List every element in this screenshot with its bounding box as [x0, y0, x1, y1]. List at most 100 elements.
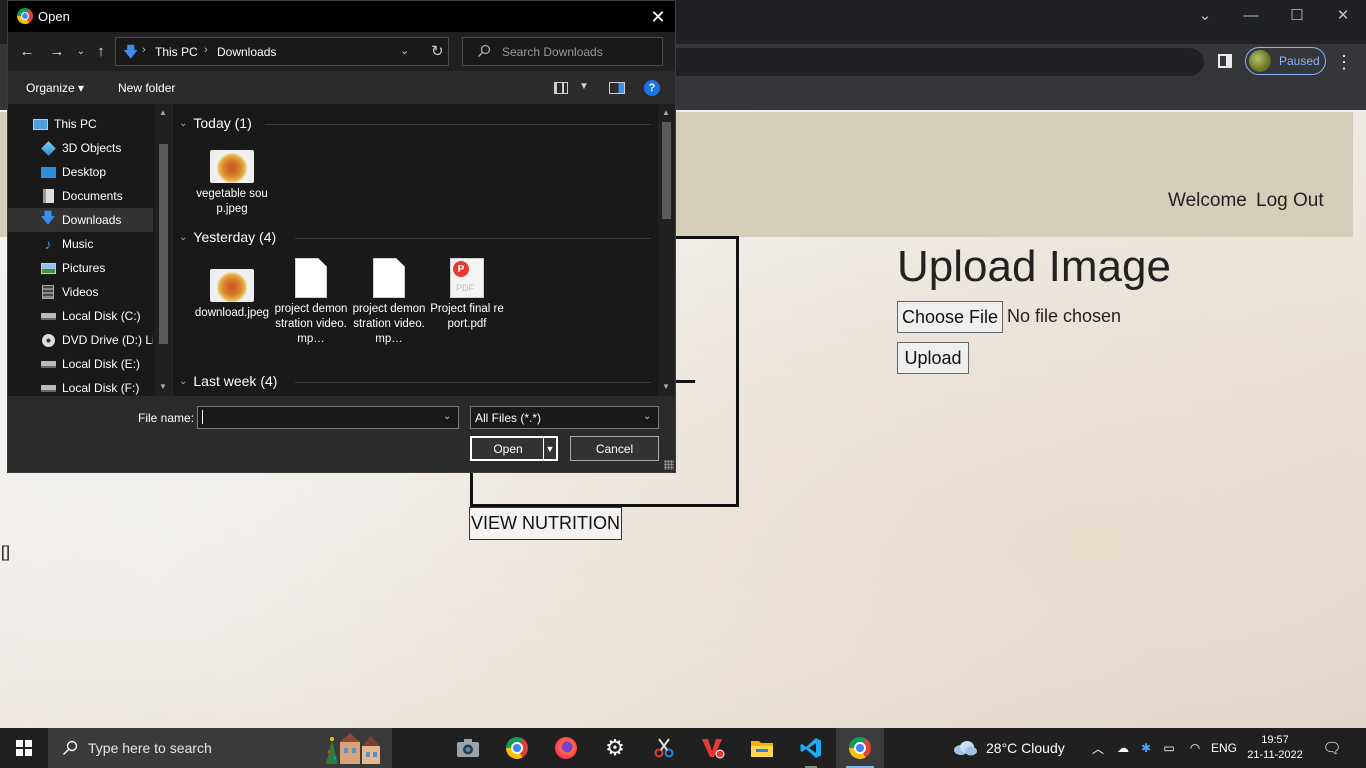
- scroll-up-arrow-icon[interactable]: ▲: [662, 108, 670, 117]
- firefox-app-icon[interactable]: [542, 728, 590, 768]
- resize-grip-icon[interactable]: [664, 460, 674, 470]
- file-item[interactable]: download.jpeg: [194, 269, 270, 321]
- side-panel-icon[interactable]: [1218, 54, 1232, 68]
- choose-file-button[interactable]: Choose File: [897, 301, 1003, 333]
- chevron-up-icon[interactable]: ︿: [1090, 740, 1106, 756]
- tree-item-videos[interactable]: Videos: [8, 280, 153, 304]
- tree-item-label: Music: [62, 237, 94, 251]
- camera-app-icon[interactable]: [444, 728, 492, 768]
- tree-item-documents[interactable]: Documents: [8, 184, 153, 208]
- breadcrumb-downloads[interactable]: Downloads: [217, 45, 276, 59]
- open-button[interactable]: Open ▼: [470, 436, 558, 461]
- desktop-icon: [40, 165, 56, 179]
- scroll-up-arrow-icon[interactable]: ▲: [159, 108, 167, 117]
- chevron-down-icon[interactable]: ⌄: [400, 44, 409, 57]
- close-window-button[interactable]: ✕: [1320, 0, 1366, 30]
- weather-widget[interactable]: 28°C Cloudy: [952, 728, 1065, 768]
- file-item[interactable]: project demonstration video.mp…: [351, 258, 427, 347]
- nav-logout-link[interactable]: Log Out: [1256, 190, 1324, 212]
- tree-item-pictures[interactable]: Pictures: [8, 256, 153, 280]
- tree-item-dvd-drive[interactable]: DVD Drive (D:) Lir: [8, 328, 153, 352]
- minimize-button[interactable]: —: [1228, 0, 1274, 30]
- caret-down-icon[interactable]: ▼: [579, 81, 589, 92]
- up-arrow-icon[interactable]: ↑: [90, 40, 112, 62]
- taskbar-clock[interactable]: 19:57 21-11-2022: [1240, 733, 1310, 763]
- tree-item-music[interactable]: ♪ Music: [8, 232, 153, 256]
- vscode-app-icon[interactable]: [787, 728, 835, 768]
- result-output: []: [1, 544, 10, 561]
- avatar: [1249, 50, 1271, 72]
- battery-icon[interactable]: ▭: [1160, 740, 1178, 756]
- tree-item-local-disk-f[interactable]: Local Disk (F:): [8, 376, 153, 396]
- caret-down-icon[interactable]: ▼: [543, 438, 556, 459]
- file-name-combobox[interactable]: ⌄: [197, 406, 459, 429]
- nav-welcome-link[interactable]: Welcome: [1168, 190, 1247, 212]
- recent-locations-chevron-icon[interactable]: ⌄: [70, 40, 92, 62]
- tree-item-downloads[interactable]: 🡇 Downloads: [8, 208, 153, 232]
- scrollbar-thumb[interactable]: [159, 144, 168, 344]
- music-icon: ♪: [44, 236, 52, 252]
- download-icon: 🡇: [40, 209, 56, 227]
- close-icon[interactable]: ✕: [645, 4, 671, 30]
- file-name-input[interactable]: [202, 410, 434, 424]
- chevron-down-icon[interactable]: ⌄: [443, 411, 451, 422]
- file-item[interactable]: P PDF Project final report.pdf: [429, 258, 505, 332]
- dialog-search-box[interactable]: [462, 37, 663, 66]
- wifi-icon[interactable]: ◠: [1186, 740, 1204, 756]
- upload-button[interactable]: Upload: [897, 342, 969, 374]
- tab-search-button[interactable]: ⌄: [1182, 0, 1228, 30]
- maximize-button[interactable]: ☐: [1274, 0, 1320, 30]
- organize-button[interactable]: Organize ▾: [26, 81, 84, 95]
- v2-app-icon[interactable]: [689, 728, 737, 768]
- cancel-button[interactable]: Cancel: [570, 436, 659, 461]
- preview-pane-icon[interactable]: [609, 82, 625, 94]
- chrome-icon: [849, 737, 871, 759]
- camera-icon: [457, 739, 479, 757]
- bluetooth-icon[interactable]: ✱: [1139, 740, 1153, 756]
- search-icon: [63, 740, 78, 755]
- group-header-last-week[interactable]: ⌄ Last week (4): [179, 371, 277, 391]
- back-arrow-icon[interactable]: ←: [16, 40, 38, 62]
- search-input[interactable]: [502, 45, 652, 59]
- group-header-today[interactable]: ⌄ Today (1): [179, 113, 252, 133]
- search-input[interactable]: [88, 740, 308, 756]
- tree-item-local-disk-c[interactable]: Local Disk (C:): [8, 304, 153, 328]
- scrollbar-thumb[interactable]: [662, 122, 671, 219]
- refresh-icon[interactable]: ↻: [431, 42, 444, 60]
- forward-arrow-icon[interactable]: →: [46, 40, 68, 62]
- taskbar-search-box[interactable]: [48, 728, 392, 768]
- view-mode-icon[interactable]: [554, 82, 568, 94]
- start-button[interactable]: [0, 728, 48, 768]
- clock-date: 21-11-2022: [1247, 749, 1303, 761]
- file-list-scrollbar[interactable]: ▲ ▼: [658, 104, 675, 396]
- group-header-yesterday[interactable]: ⌄ Yesterday (4): [179, 227, 276, 247]
- kebab-menu-icon[interactable]: ⋮: [1334, 50, 1354, 74]
- file-item[interactable]: vegetable soup.jpeg: [194, 150, 270, 217]
- address-bar[interactable]: [600, 48, 1204, 76]
- file-explorer-app-icon[interactable]: [738, 728, 786, 768]
- scroll-down-arrow-icon[interactable]: ▼: [159, 382, 167, 391]
- breadcrumb-this-pc[interactable]: This PC: [155, 45, 198, 59]
- tree-item-local-disk-e[interactable]: Local Disk (E:): [8, 352, 153, 376]
- tree-item-3d-objects[interactable]: 3D Objects: [8, 136, 153, 160]
- profile-button[interactable]: Paused: [1245, 47, 1326, 75]
- onedrive-cloud-icon[interactable]: ☁: [1114, 740, 1132, 756]
- scroll-down-arrow-icon[interactable]: ▼: [662, 382, 670, 391]
- dialog-address-bar[interactable]: 🡇 › This PC › Downloads ⌄ ↻: [115, 37, 449, 66]
- new-folder-button[interactable]: New folder: [118, 81, 175, 95]
- file-type-select[interactable]: All Files (*.*) ⌄: [470, 406, 659, 429]
- view-nutrition-button[interactable]: VIEW NUTRITION: [469, 507, 622, 540]
- chrome-active-app-icon[interactable]: [836, 728, 884, 768]
- settings-app-icon[interactable]: ⚙: [591, 728, 639, 768]
- tree-item-this-pc[interactable]: This PC: [8, 112, 153, 136]
- help-icon[interactable]: ?: [644, 80, 660, 96]
- file-item[interactable]: project demonstration video.mp…: [273, 258, 349, 347]
- snipping-tool-app-icon[interactable]: [640, 728, 688, 768]
- tree-item-desktop[interactable]: Desktop: [8, 160, 153, 184]
- navigation-scrollbar[interactable]: ▲ ▼: [155, 104, 172, 396]
- chrome-app-icon[interactable]: [493, 728, 541, 768]
- notification-icon[interactable]: 🗨: [1320, 738, 1344, 758]
- image-thumbnail: [210, 150, 254, 183]
- taskbar: ⚙ 28°C Cloudy ︿ ☁ ✱ ▭ ◠ ENG 19:57 21-11-…: [0, 728, 1366, 768]
- language-indicator[interactable]: ENG: [1210, 740, 1238, 756]
